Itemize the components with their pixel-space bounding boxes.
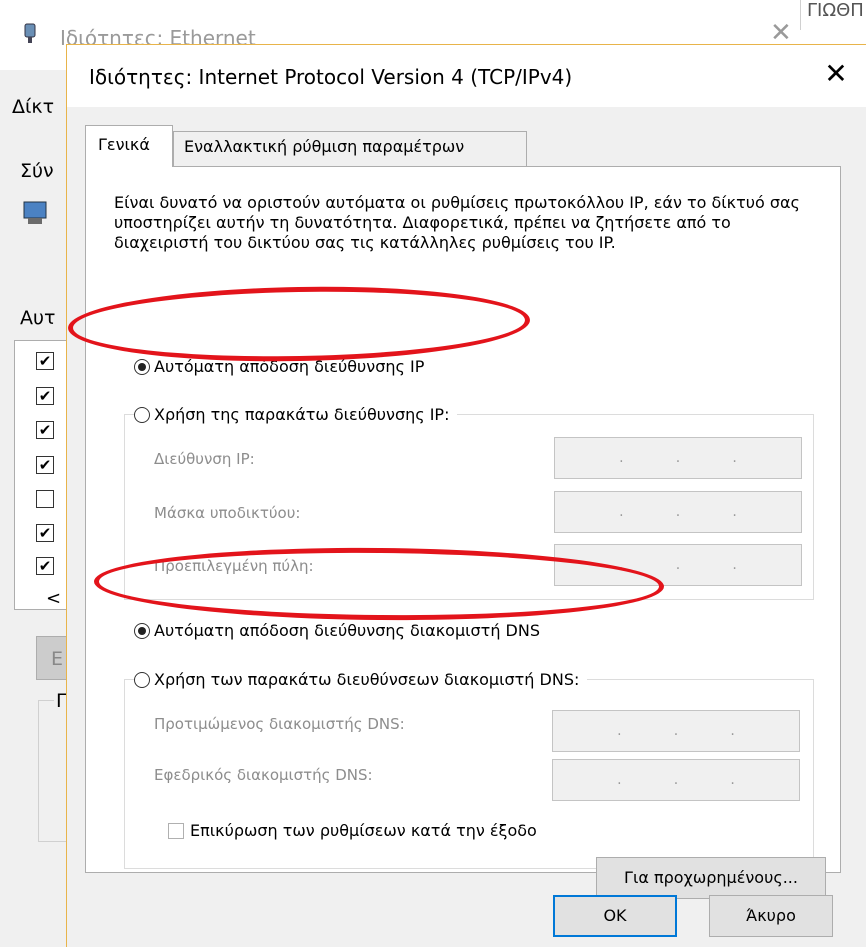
validate-on-exit-label: Επικύρωση των ρυθμίσεων κατά την έξοδο	[190, 821, 537, 840]
preferred-dns-label: Προτιμώμενος διακομιστής DNS:	[154, 715, 405, 733]
background-item-checkbox[interactable]: ✔	[36, 421, 54, 439]
ip-address-label: Διεύθυνση IP:	[154, 450, 255, 468]
background-label-items: Αυτ	[20, 307, 56, 329]
advanced-button[interactable]: Για προχωρημένους...	[596, 857, 826, 899]
alternate-dns-label: Εφεδρικός διακομιστής DNS:	[154, 766, 373, 784]
background-item-checkbox[interactable]: ✔	[36, 524, 54, 542]
close-icon[interactable]: ✕	[819, 57, 853, 91]
manual-ip-label: Χρήση της παρακάτω διεύθυνσης IP:	[154, 405, 450, 424]
validate-on-exit-option[interactable]: Επικύρωση των ρυθμίσεων κατά την έξοδο	[168, 821, 537, 840]
manual-ip-option[interactable]: Χρήση της παρακάτω διεύθυνσης IP:	[134, 405, 458, 424]
background-item-checkbox[interactable]: ✔	[36, 387, 54, 405]
auto-dns-label: Αυτόματη απόδοση διεύθυνσης διακομιστή D…	[154, 621, 540, 640]
ip-address-field[interactable]: ...	[554, 437, 802, 479]
default-gateway-field[interactable]: ...	[554, 544, 802, 586]
manual-ip-radio[interactable]	[134, 406, 150, 423]
tab-alternate-configuration[interactable]: Εναλλακτική ρύθμιση παραμέτρων	[173, 131, 527, 167]
manual-dns-radio[interactable]	[134, 671, 150, 688]
background-item-checkbox[interactable]: ✔	[36, 557, 54, 575]
alternate-dns-field[interactable]: ...	[552, 759, 800, 801]
auto-ip-radio[interactable]	[134, 358, 150, 375]
auto-dns-option[interactable]: Αυτόματη απόδοση διεύθυνσης διακομιστή D…	[134, 621, 540, 640]
auto-ip-option[interactable]: Αυτόματη απόδοση διεύθυνσης IP	[134, 357, 424, 376]
network-adapter-icon	[24, 23, 36, 43]
scroll-left-icon[interactable]: <	[46, 588, 61, 609]
background-corner-text: ΓΙΩΘΠ	[800, 0, 866, 30]
subnet-mask-field[interactable]: ...	[554, 491, 802, 533]
background-item-checkbox[interactable]: ✔	[36, 352, 54, 370]
manual-dns-option[interactable]: Χρήση των παρακάτω διευθύνσεων διακομιστ…	[134, 670, 588, 689]
dialog-title: Ιδιότητες: Internet Protocol Version 4 (…	[89, 65, 573, 89]
manual-dns-label: Χρήση των παρακάτω διευθύνσεων διακομιστ…	[154, 670, 580, 689]
subnet-mask-label: Μάσκα υποδικτύου:	[154, 504, 301, 522]
default-gateway-label: Προεπιλεγμένη πύλη:	[154, 557, 314, 575]
dialog-titlebar: Ιδιότητες: Internet Protocol Version 4 (…	[67, 45, 866, 107]
background-label-connect: Σύν	[20, 160, 54, 182]
auto-ip-label: Αυτόματη απόδοση διεύθυνσης IP	[154, 357, 425, 376]
general-tab-panel: Είναι δυνατό να οριστούν αυτόματα οι ρυθ…	[85, 166, 841, 899]
auto-dns-radio[interactable]	[134, 622, 150, 639]
description-text: Είναι δυνατό να οριστούν αυτόματα οι ρυθ…	[114, 193, 800, 252]
background-item-checkbox[interactable]	[36, 490, 54, 508]
tab-general[interactable]: Γενικά	[85, 125, 173, 167]
ok-button[interactable]: OK	[553, 895, 677, 937]
preferred-dns-field[interactable]: ...	[552, 710, 800, 752]
network-card-icon	[23, 201, 47, 224]
background-item-checkbox[interactable]: ✔	[36, 456, 54, 474]
validate-on-exit-checkbox[interactable]	[168, 822, 184, 839]
cancel-button[interactable]: Άκυρο	[709, 895, 833, 937]
background-tab-networking[interactable]: Δίκτ	[12, 96, 54, 118]
ipv4-properties-dialog: Ιδιότητες: Internet Protocol Version 4 (…	[66, 44, 866, 947]
